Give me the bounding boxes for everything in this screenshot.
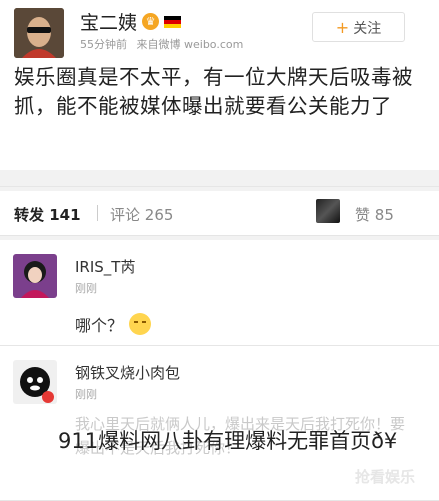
like-count: 85 [374,206,394,224]
commenter-avatar[interactable] [13,254,57,298]
post-username[interactable]: 宝二姨 ♛ [80,8,182,35]
liker-avatar-thumbnail[interactable] [316,199,340,223]
comment-text: 哪个？ [75,316,124,335]
user-avatar[interactable] [14,8,64,58]
comment-text-row: 哪个？ [75,312,152,336]
tab-separator [97,205,98,221]
commenter-name[interactable]: IRIS_T芮 [75,256,135,277]
follow-label: 关注 [353,21,382,37]
post-meta: 55分钟前 来自微博 weibo.com [80,36,243,52]
overlay-caption: 911爆料网八卦有理爆料无罪首页ð¥ [58,429,398,453]
divider [0,186,439,187]
post-source: 来自微博 weibo.com [136,38,244,51]
crown-badge-icon: ♛ [142,13,160,30]
germany-flag-icon [164,15,182,28]
sick-face-emoji-icon [129,313,152,335]
plus-icon: + [335,18,350,37]
comment-time: 刚刚 [75,388,97,401]
watermark: 抢看娱乐 [355,468,416,486]
interaction-tabs: 转发 141 评论 265 赞 85 [0,191,439,236]
commenter-avatar[interactable] [13,360,57,404]
comment-label: 评论 [110,206,141,224]
repost-label: 转发 [14,206,45,224]
comment-count: 265 [144,206,174,224]
weibo-post: 宝二姨 ♛ 55分钟前 来自微博 weibo.com + 关注 娱乐圈真是不太平，… [0,0,439,170]
commenter-name[interactable]: 钢铁叉烧小肉包 [75,362,180,383]
username-text[interactable]: 宝二姨 [80,8,137,35]
repost-count: 141 [49,206,81,224]
tab-repost[interactable]: 转发 141 [14,204,81,225]
comment-time: 刚刚 [75,282,97,295]
tab-comment[interactable]: 评论 265 [110,204,173,225]
post-time: 55分钟前 [80,38,127,51]
follow-button[interactable]: + 关注 [312,12,405,42]
comment-item: IRIS_T芮 刚刚 哪个？ [0,240,439,346]
like-label: 赞 [355,206,371,224]
tab-like[interactable]: 赞 85 [355,204,394,225]
post-content: 娱乐圈真是不太平，有一位大牌天后吸毒被抓，能不能被媒体曝出就要看公关能力了 [14,65,413,118]
